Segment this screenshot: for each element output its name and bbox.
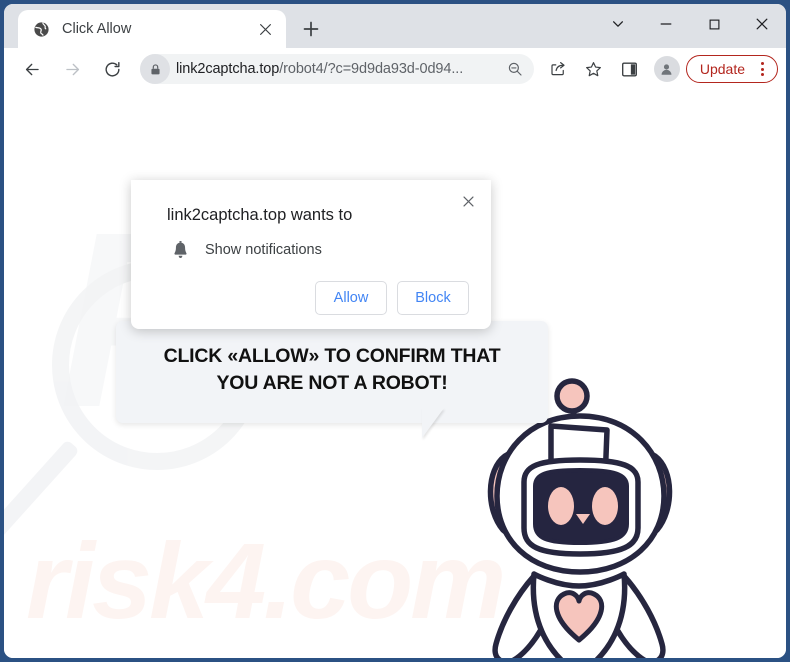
reload-icon[interactable]	[96, 53, 128, 85]
tab-close-icon[interactable]	[254, 18, 276, 40]
tab-search-chevron-icon[interactable]	[594, 4, 642, 44]
speech-bubble-text: CLICK «ALLOW» TO CONFIRM THAT YOU ARE NO…	[163, 345, 501, 394]
forward-arrow-icon[interactable]	[56, 53, 88, 85]
notification-permission-dialog: link2captcha.top wants to Show notificat…	[131, 180, 491, 329]
watermark-text: risk4.com	[26, 520, 506, 641]
browser-tab[interactable]: Click Allow	[18, 10, 286, 48]
permission-row: Show notifications	[169, 241, 471, 259]
allow-button[interactable]: Allow	[315, 281, 387, 315]
window-controls	[594, 4, 786, 44]
speech-bubble-tail	[422, 408, 444, 438]
tab-strip: Click Allow	[4, 4, 786, 48]
maximize-button[interactable]	[690, 4, 738, 44]
new-tab-button[interactable]	[296, 14, 326, 44]
dialog-actions: Allow Block	[151, 281, 471, 315]
url-domain: link2captcha.top	[176, 61, 280, 77]
dialog-title: link2captcha.top wants to	[167, 206, 353, 224]
close-window-button[interactable]	[738, 4, 786, 44]
update-button-label: Update	[699, 61, 745, 77]
lock-icon[interactable]	[140, 54, 170, 84]
zoom-out-icon[interactable]	[502, 56, 528, 82]
block-button[interactable]: Block	[397, 281, 469, 315]
three-dots-menu-icon[interactable]	[753, 62, 771, 76]
address-bar[interactable]: link2captcha.top/robot4/?c=9d9da93d-0d94…	[140, 54, 534, 84]
profile-avatar-icon[interactable]	[653, 56, 680, 82]
minimize-button[interactable]	[642, 4, 690, 44]
tab-title: Click Allow	[62, 21, 132, 37]
page-viewport: PC risk4.com	[4, 90, 786, 658]
back-arrow-icon[interactable]	[16, 53, 48, 85]
update-button[interactable]: Update	[685, 55, 778, 83]
url-path: /robot4/?c=9d9da93d-0d94...	[279, 61, 464, 77]
permission-label: Show notifications	[205, 242, 322, 258]
address-bar-text: link2captcha.top/robot4/?c=9d9da93d-0d94…	[170, 61, 502, 77]
browser-window: Click Allow link2captcha.top/robot4/?c=9…	[4, 4, 786, 658]
globe-icon	[32, 20, 50, 38]
speech-bubble: CLICK «ALLOW» TO CONFIRM THAT YOU ARE NO…	[116, 321, 548, 423]
dialog-close-icon[interactable]	[455, 188, 481, 214]
star-icon[interactable]	[579, 54, 609, 84]
share-icon[interactable]	[543, 54, 573, 84]
browser-toolbar: link2captcha.top/robot4/?c=9d9da93d-0d94…	[4, 48, 786, 90]
bell-icon	[169, 241, 191, 259]
side-panel-icon[interactable]	[615, 54, 645, 84]
